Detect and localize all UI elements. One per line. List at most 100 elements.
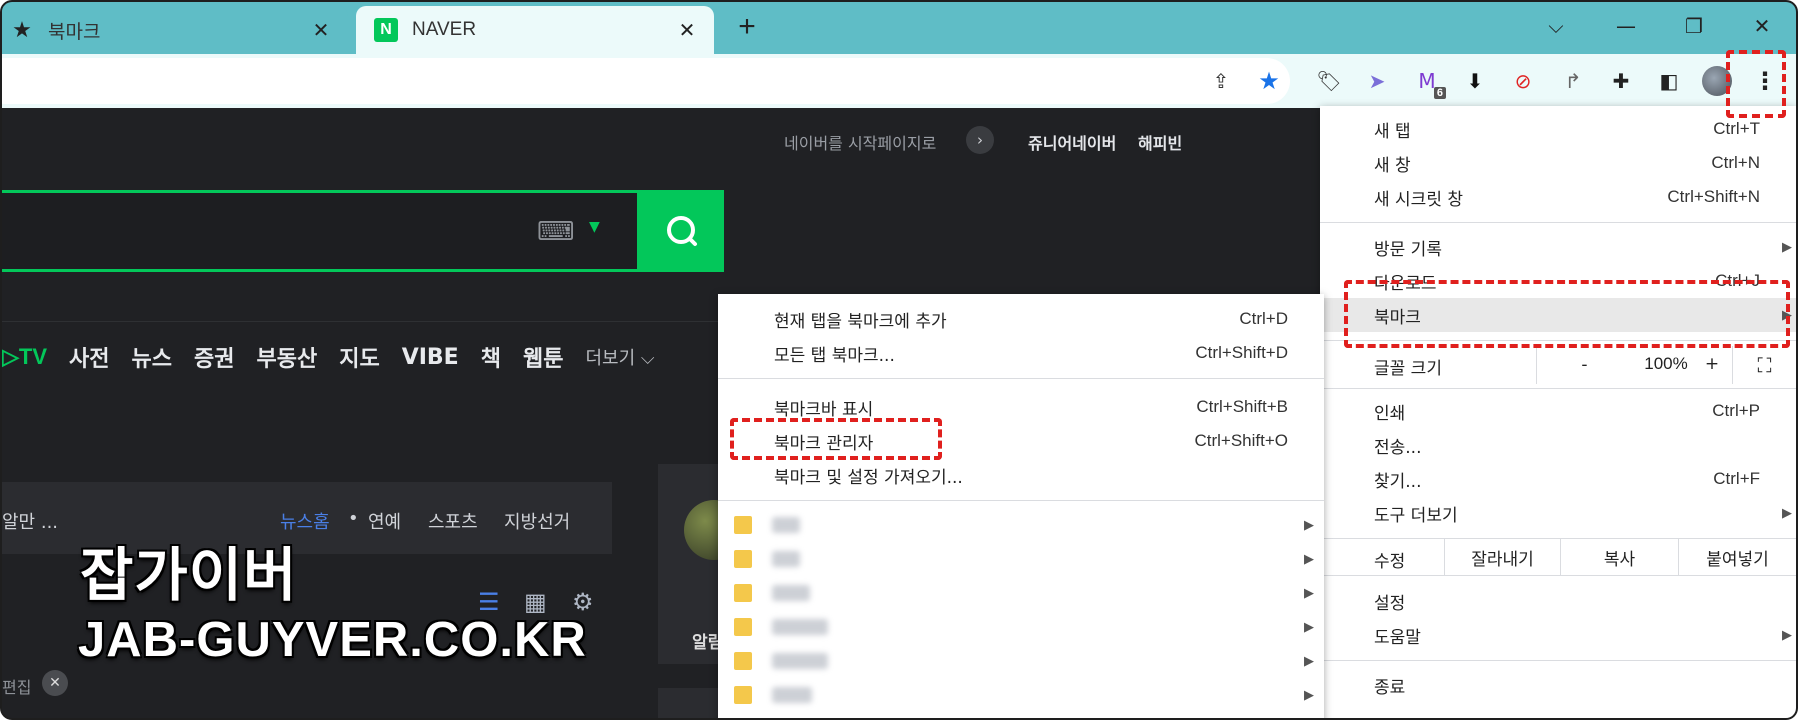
menu-item-help[interactable]: 도움말 ▶ — [1320, 618, 1796, 652]
cut-button[interactable]: 잘라내기 — [1444, 539, 1560, 575]
nav-tv[interactable]: ▷TV — [2, 344, 47, 370]
submenu-divider — [718, 378, 1324, 379]
menu-label: 찾기... — [1374, 471, 1422, 492]
blurred-folder-name — [772, 619, 828, 635]
close-icon[interactable]: ✕ — [42, 670, 68, 696]
nav-more[interactable]: 더보기 ⌵ — [585, 344, 654, 370]
service-nav: ▷TV 사전 뉴스 증권 부동산 지도 VIBE 책 웹툰 더보기 ⌵ — [2, 334, 677, 380]
edit-label: 수정 — [1374, 552, 1406, 572]
nav-map[interactable]: 지도 — [339, 341, 379, 373]
chevron-right-icon[interactable]: › — [966, 126, 994, 154]
tab-naver[interactable]: N NAVER ✕ — [356, 6, 714, 54]
search-input[interactable]: ⌨ ▼ — [2, 190, 640, 272]
side-panel-icon[interactable]: ◧ — [1654, 66, 1684, 96]
extension-tag-icon[interactable]: 🏷 — [1314, 66, 1344, 96]
zoom-out-button[interactable]: - — [1536, 346, 1632, 384]
close-icon[interactable]: ✕ — [306, 15, 336, 45]
junior-naver-link[interactable]: 쥬니어네이버 — [1028, 130, 1116, 154]
extension-cursor-icon[interactable]: ➤ — [1362, 66, 1392, 96]
paste-button[interactable]: 붙여넣기 — [1678, 539, 1796, 575]
address-bar[interactable] — [2, 58, 1290, 104]
close-window-button[interactable]: ✕ — [1742, 10, 1782, 42]
keyboard-icon[interactable]: ⌨ — [537, 217, 575, 247]
chevron-right-icon: ▶ — [1304, 517, 1314, 533]
toolbar: ⇪ ★ 🏷 ➤ M6 ⬇ ⊘ ↱ ✚ ◧ ⋮ — [2, 54, 1796, 108]
submenu-shortcut: Ctrl+D — [1239, 309, 1288, 328]
submenu-item-import[interactable]: 북마크 및 설정 가져오기... — [718, 458, 1324, 492]
menu-item-exit[interactable]: 종료 — [1320, 668, 1796, 702]
extension-m-icon[interactable]: M6 — [1412, 66, 1446, 99]
extension-download-icon[interactable]: ⬇ — [1460, 66, 1490, 96]
bookmark-folder[interactable]: ▶ — [718, 610, 1324, 644]
submenu-item-bookmark-all-tabs[interactable]: 모든 탭 북마크... Ctrl+Shift+D — [718, 336, 1324, 370]
menu-item-settings[interactable]: 설정 — [1320, 584, 1796, 618]
triangle-down-icon[interactable]: ▼ — [589, 219, 600, 235]
nav-stock[interactable]: 증권 — [194, 341, 234, 373]
bookmark-folder[interactable]: ▶ — [718, 576, 1324, 610]
menu-divider — [1320, 388, 1796, 389]
nav-webtoon[interactable]: 웹툰 — [523, 341, 563, 373]
news-sports-link[interactable]: 스포츠 — [428, 508, 478, 534]
copy-button[interactable]: 복사 — [1560, 539, 1678, 575]
news-entertainment-link[interactable]: 연예 — [368, 508, 401, 534]
set-start-page-link[interactable]: 네이버를 시작페이지로 — [784, 130, 936, 154]
menu-label: 새 시크릿 창 — [1374, 189, 1464, 210]
menu-item-new-tab[interactable]: 새 탭 Ctrl+T — [1320, 112, 1796, 146]
menu-shortcut: Ctrl+N — [1711, 153, 1760, 172]
news-headline[interactable]: 알만 ... — [2, 508, 58, 534]
submenu-label: 현재 탭을 북마크에 추가 — [774, 311, 947, 332]
bookmark-submenu: 현재 탭을 북마크에 추가 Ctrl+D 모든 탭 북마크... Ctrl+Sh… — [718, 294, 1324, 718]
share-icon[interactable]: ⇪ — [1206, 66, 1236, 96]
tab-bookmark[interactable]: ★ 북마크 ✕ — [2, 6, 348, 54]
tab-search-dropdown-icon[interactable]: ⌵ — [1536, 10, 1576, 42]
bookmark-star-icon[interactable]: ★ — [1254, 66, 1284, 96]
folder-icon — [734, 550, 752, 568]
bookmark-folder[interactable]: ▶ — [718, 508, 1324, 542]
puzzle-icon[interactable]: ✚ — [1606, 66, 1636, 96]
submenu-shortcut: Ctrl+Shift+O — [1194, 431, 1288, 450]
chevron-right-icon: ▶ — [1304, 653, 1314, 669]
chevron-right-icon: ▶ — [1304, 551, 1314, 567]
chrome-menu: 새 탭 Ctrl+T 새 창 Ctrl+N 새 시크릿 창 Ctrl+Shift… — [1320, 106, 1796, 718]
bookmark-folder[interactable]: ▶ — [718, 678, 1324, 712]
nav-vibe[interactable]: VIBE — [402, 345, 459, 370]
bookmark-folder[interactable]: ▶ — [718, 644, 1324, 678]
nav-news[interactable]: 뉴스 — [132, 341, 172, 373]
menu-shortcut: Ctrl+P — [1712, 401, 1760, 420]
watermark-title: 잡가이버 — [80, 541, 298, 609]
menu-item-find[interactable]: 찾기... Ctrl+F — [1320, 462, 1796, 496]
menu-item-incognito[interactable]: 새 시크릿 창 Ctrl+Shift+N — [1320, 180, 1796, 214]
edit-label[interactable]: 편집 — [2, 674, 31, 698]
chevron-right-icon: ▶ — [1304, 687, 1314, 703]
zoom-row: 글꼴 크기 - 100% + ⛶ — [1320, 346, 1796, 384]
news-separator: • — [348, 508, 359, 529]
close-icon[interactable]: ✕ — [672, 15, 702, 45]
bookmark-folder[interactable]: ▶ — [718, 542, 1324, 576]
restore-button[interactable]: ❐ — [1674, 10, 1714, 42]
fullscreen-icon[interactable]: ⛶ — [1732, 346, 1796, 384]
new-tab-button[interactable]: + — [732, 10, 762, 43]
minimize-button[interactable]: — — [1606, 10, 1646, 42]
menu-item-cast[interactable]: 전송... — [1320, 428, 1796, 462]
menu-item-print[interactable]: 인쇄 Ctrl+P — [1320, 394, 1796, 428]
watermark-url: JAB-GUYVER.CO.KR — [78, 613, 587, 667]
menu-item-more-tools[interactable]: 도구 더보기 ▶ — [1320, 496, 1796, 530]
menu-label: 인쇄 — [1374, 403, 1406, 424]
tab-strip: ★ 북마크 ✕ N NAVER ✕ + ⌵ — ❐ ✕ — [2, 2, 1796, 54]
extension-arrow-icon[interactable]: ↱ — [1558, 66, 1588, 96]
nav-dictionary[interactable]: 사전 — [69, 341, 109, 373]
zoom-in-button[interactable]: + — [1692, 354, 1732, 374]
nav-realestate[interactable]: 부동산 — [256, 341, 317, 373]
submenu-item-add-current-tab[interactable]: 현재 탭을 북마크에 추가 Ctrl+D — [718, 302, 1324, 336]
menu-item-history[interactable]: 방문 기록 ▶ — [1320, 230, 1796, 264]
blurred-folder-name — [772, 585, 810, 601]
menu-item-new-window[interactable]: 새 창 Ctrl+N — [1320, 146, 1796, 180]
news-election-link[interactable]: 지방선거 — [504, 508, 570, 534]
menu-divider — [1320, 222, 1796, 223]
search-button[interactable] — [640, 190, 724, 272]
nav-book[interactable]: 책 — [481, 341, 501, 373]
happybean-link[interactable]: 해피빈 — [1138, 130, 1182, 154]
edit-row: 수정 잘라내기 복사 붙여넣기 — [1320, 538, 1796, 576]
blurred-folder-name — [772, 687, 812, 703]
extension-block-icon[interactable]: ⊘ — [1508, 66, 1538, 96]
